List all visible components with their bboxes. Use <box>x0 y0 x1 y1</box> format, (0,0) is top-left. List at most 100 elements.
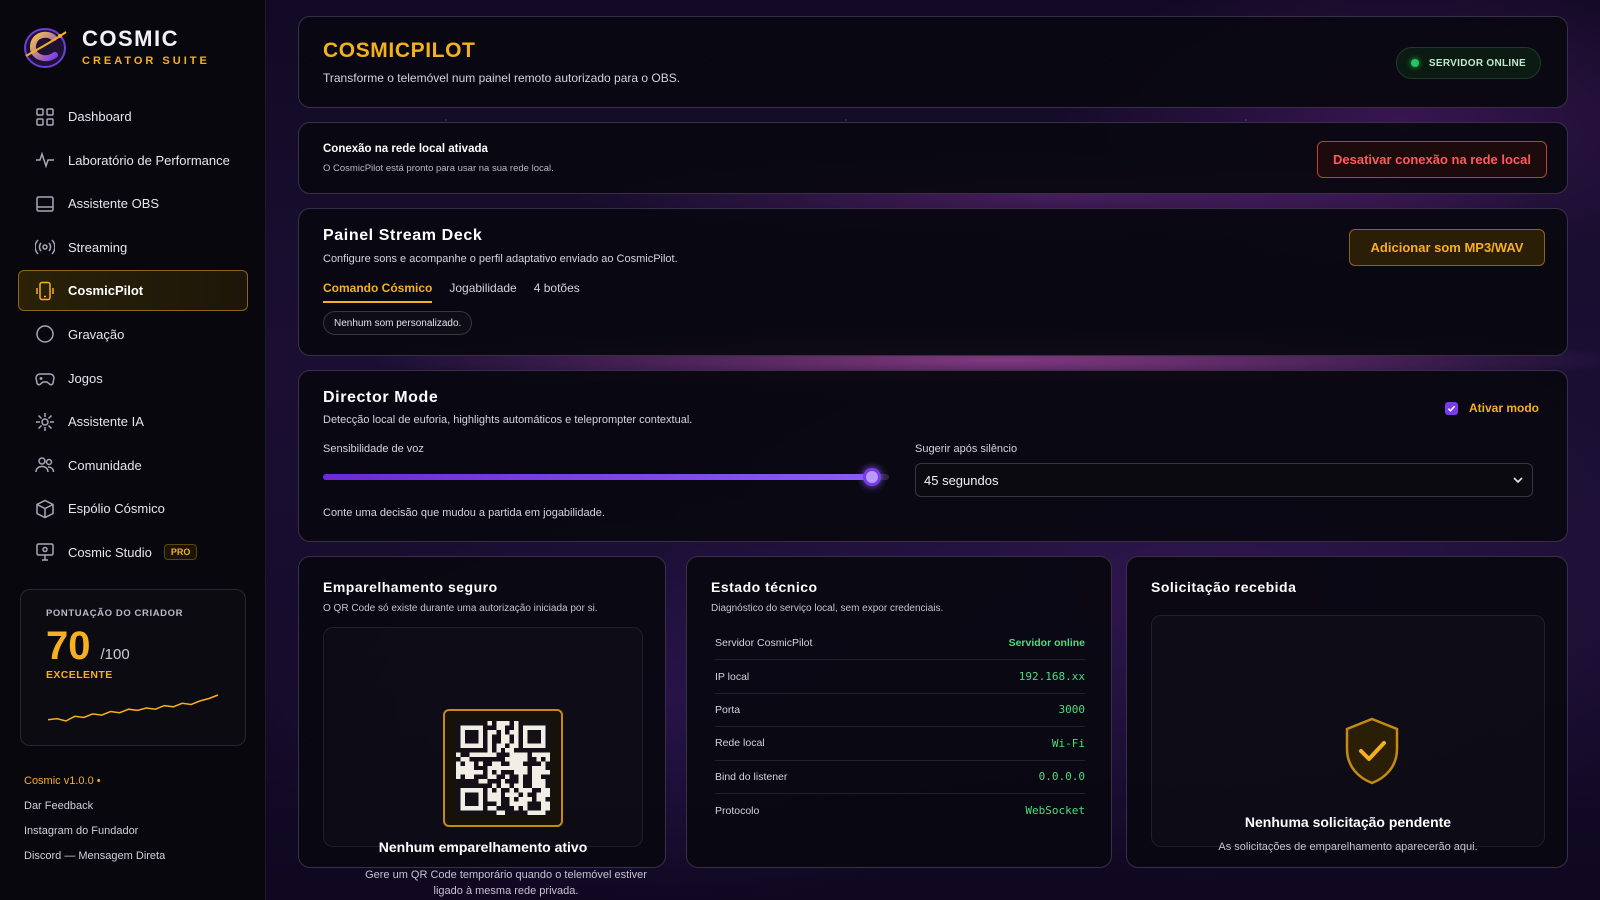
stream-deck-tabs: Comando Cósmico Jogabilidade 4 botões <box>323 281 597 303</box>
brand[interactable]: COSMIC CREATOR SUITE <box>20 22 210 72</box>
tech-title: Estado técnico <box>711 579 818 595</box>
row-value: 0.0.0.0 <box>1038 770 1085 784</box>
sidebar-item-recording[interactable]: Gravação <box>18 314 248 355</box>
sidebar-footer: Cosmic v1.0.0 • Dar Feedback Instagram d… <box>24 775 165 875</box>
score-max: /100 <box>100 646 130 663</box>
monitor-icon <box>36 543 54 562</box>
sidebar-item-obs-assistant[interactable]: Assistente OBS <box>18 183 248 224</box>
sidebar-item-community[interactable]: Comunidade <box>18 445 248 486</box>
sidebar-item-label: Assistente IA <box>68 414 144 430</box>
table-row: Bind do listener 0.0.0.0 <box>715 761 1085 794</box>
brand-title: COSMIC <box>82 26 179 51</box>
gamepad-icon <box>35 373 55 386</box>
sidebar-item-cosmic-studio[interactable]: Cosmic Studio PRO <box>18 532 248 573</box>
row-value: 192.168.xx <box>1018 670 1085 684</box>
pairing-box: Nenhum emparelhamento ativo Gere um QR C… <box>323 627 647 897</box>
add-sound-button[interactable]: Adicionar som MP3/WAV <box>1349 229 1545 266</box>
feedback-link[interactable]: Dar Feedback <box>24 800 165 825</box>
enable-mode-toggle[interactable]: Ativar modo <box>1444 401 1539 415</box>
row-key: Protocolo <box>715 804 760 817</box>
tab-gameplay[interactable]: Jogabilidade <box>449 281 516 303</box>
sidebar-nav: Dashboard Laboratório de Performance Ass… <box>18 96 248 576</box>
row-value: Servidor online <box>1008 637 1085 650</box>
shield-check-icon <box>1345 717 1399 785</box>
silence-duration-select[interactable]: 45 segundos <box>915 463 1533 497</box>
tech-subtitle: Diagnóstico do serviço local, sem expor … <box>711 603 944 614</box>
users-icon <box>35 457 55 473</box>
sidebar-item-performance-lab[interactable]: Laboratório de Performance <box>18 140 248 181</box>
phone-icon <box>36 281 54 301</box>
discord-link[interactable]: Discord — Mensagem Direta <box>24 850 165 875</box>
sidebar-item-label: Jogos <box>68 370 103 386</box>
row-value: 3000 <box>1058 703 1086 717</box>
sidebar-item-cosmicpilot[interactable]: CosmicPilot <box>18 270 248 312</box>
voice-sensitivity-slider[interactable] <box>323 468 889 486</box>
page-title: COSMICPILOT <box>323 39 476 62</box>
row-key: Porta <box>715 703 741 716</box>
server-status-badge: SERVIDOR ONLINE <box>1395 47 1541 79</box>
stream-deck-title: Painel Stream Deck <box>323 227 483 244</box>
sidebar-item-cosmic-loot[interactable]: Espólio Cósmico <box>18 488 248 529</box>
sidebar-item-dashboard[interactable]: Dashboard <box>18 96 248 137</box>
no-sound-chip: Nenhum som personalizado. <box>323 311 473 335</box>
qr-code-icon <box>456 721 550 815</box>
page-header: COSMICPILOT Transforme o telemóvel num p… <box>298 16 1568 108</box>
technical-state-card: Estado técnico Diagnóstico do serviço lo… <box>686 556 1112 868</box>
request-box: Nenhuma solicitação pendente As solicita… <box>1151 615 1545 853</box>
pairing-empty-heading: Nenhum emparelhamento ativo <box>378 839 588 855</box>
request-empty-text: As solicitações de emparelhamento aparec… <box>1218 841 1478 853</box>
sidebar-item-label: Gravação <box>68 326 125 342</box>
director-title: Director Mode <box>323 389 439 406</box>
secure-pairing-card: Emparelhamento seguro O QR Code só exist… <box>298 556 666 897</box>
score-label: PONTUAÇÃO DO CRIADOR <box>46 608 184 619</box>
table-row: Servidor CosmicPilot Servidor online <box>715 627 1085 661</box>
row-value: Wi-Fi <box>1051 736 1085 750</box>
sidebar: COSMIC CREATOR SUITE Dashboard Laboratór… <box>0 0 266 900</box>
disable-lan-button[interactable]: Desativar conexão na rede local <box>1317 141 1547 178</box>
pairing-empty-text: Gere um QR Code temporário quando o tele… <box>365 869 647 897</box>
lan-subtitle: O CosmicPilot está pronto para usar na s… <box>323 163 554 174</box>
sidebar-item-label: Comunidade <box>68 457 142 473</box>
enable-mode-label: Ativar modo <box>1468 401 1539 415</box>
checkbox-checked-icon[interactable] <box>1444 401 1458 415</box>
stream-deck-panel: Painel Stream Deck Configure sons e acom… <box>298 208 1568 356</box>
table-row: Porta 3000 <box>715 694 1086 728</box>
sidebar-item-games[interactable]: Jogos <box>18 358 248 399</box>
voice-sensitivity-label: Sensibilidade de voz <box>323 443 424 455</box>
score-value: 70 <box>46 624 91 668</box>
pairing-title: Emparelhamento seguro <box>323 579 498 595</box>
status-dot-icon <box>1410 59 1419 67</box>
slider-fill <box>323 474 873 480</box>
tech-table: Servidor CosmicPilot Servidor online IP l… <box>715 627 1085 827</box>
sidebar-item-streaming[interactable]: Streaming <box>18 227 248 268</box>
qr-code <box>443 709 563 827</box>
record-circle-icon <box>36 325 54 344</box>
server-status-label: SERVIDOR ONLINE <box>1428 57 1526 69</box>
tab-4-buttons[interactable]: 4 botões <box>534 281 580 303</box>
row-key: Rede local <box>715 737 765 750</box>
row-value: WebSocket <box>1025 804 1085 818</box>
request-received-card: Solicitação recebida Nenhuma solicitação… <box>1126 556 1568 868</box>
row-key: Bind do listener <box>715 770 788 783</box>
sidebar-item-label: CosmicPilot <box>68 283 144 299</box>
table-row: Rede local Wi-Fi <box>715 727 1085 761</box>
director-mode-panel: Director Mode Detecção local de euforia,… <box>298 370 1568 542</box>
box-icon <box>36 499 54 519</box>
request-title: Solicitação recebida <box>1151 579 1297 595</box>
sidebar-item-label: Dashboard <box>68 109 132 124</box>
sidebar-item-label: Espólio Cósmico <box>68 501 165 517</box>
sidebar-item-ai-assistant[interactable]: Assistente IA <box>18 401 248 442</box>
sidebar-item-label: Assistente OBS <box>68 196 160 212</box>
sidebar-item-label: Laboratório de Performance <box>68 152 230 168</box>
score-trend-sparkline <box>47 694 219 722</box>
main-content: COSMICPILOT Transforme o telemóvel num p… <box>266 0 1600 900</box>
row-key: Servidor CosmicPilot <box>715 637 813 650</box>
grid-icon <box>36 107 54 126</box>
instagram-link[interactable]: Instagram do Fundador <box>24 825 165 850</box>
chevron-down-icon <box>1513 477 1523 484</box>
pulse-icon <box>36 151 54 169</box>
director-subtitle: Detecção local de euforia, highlights au… <box>323 414 693 426</box>
pairing-subtitle: O QR Code só existe durante uma autoriza… <box>323 603 598 614</box>
tab-cosmic-command[interactable]: Comando Cósmico <box>323 281 433 303</box>
slider-thumb[interactable] <box>863 468 882 486</box>
